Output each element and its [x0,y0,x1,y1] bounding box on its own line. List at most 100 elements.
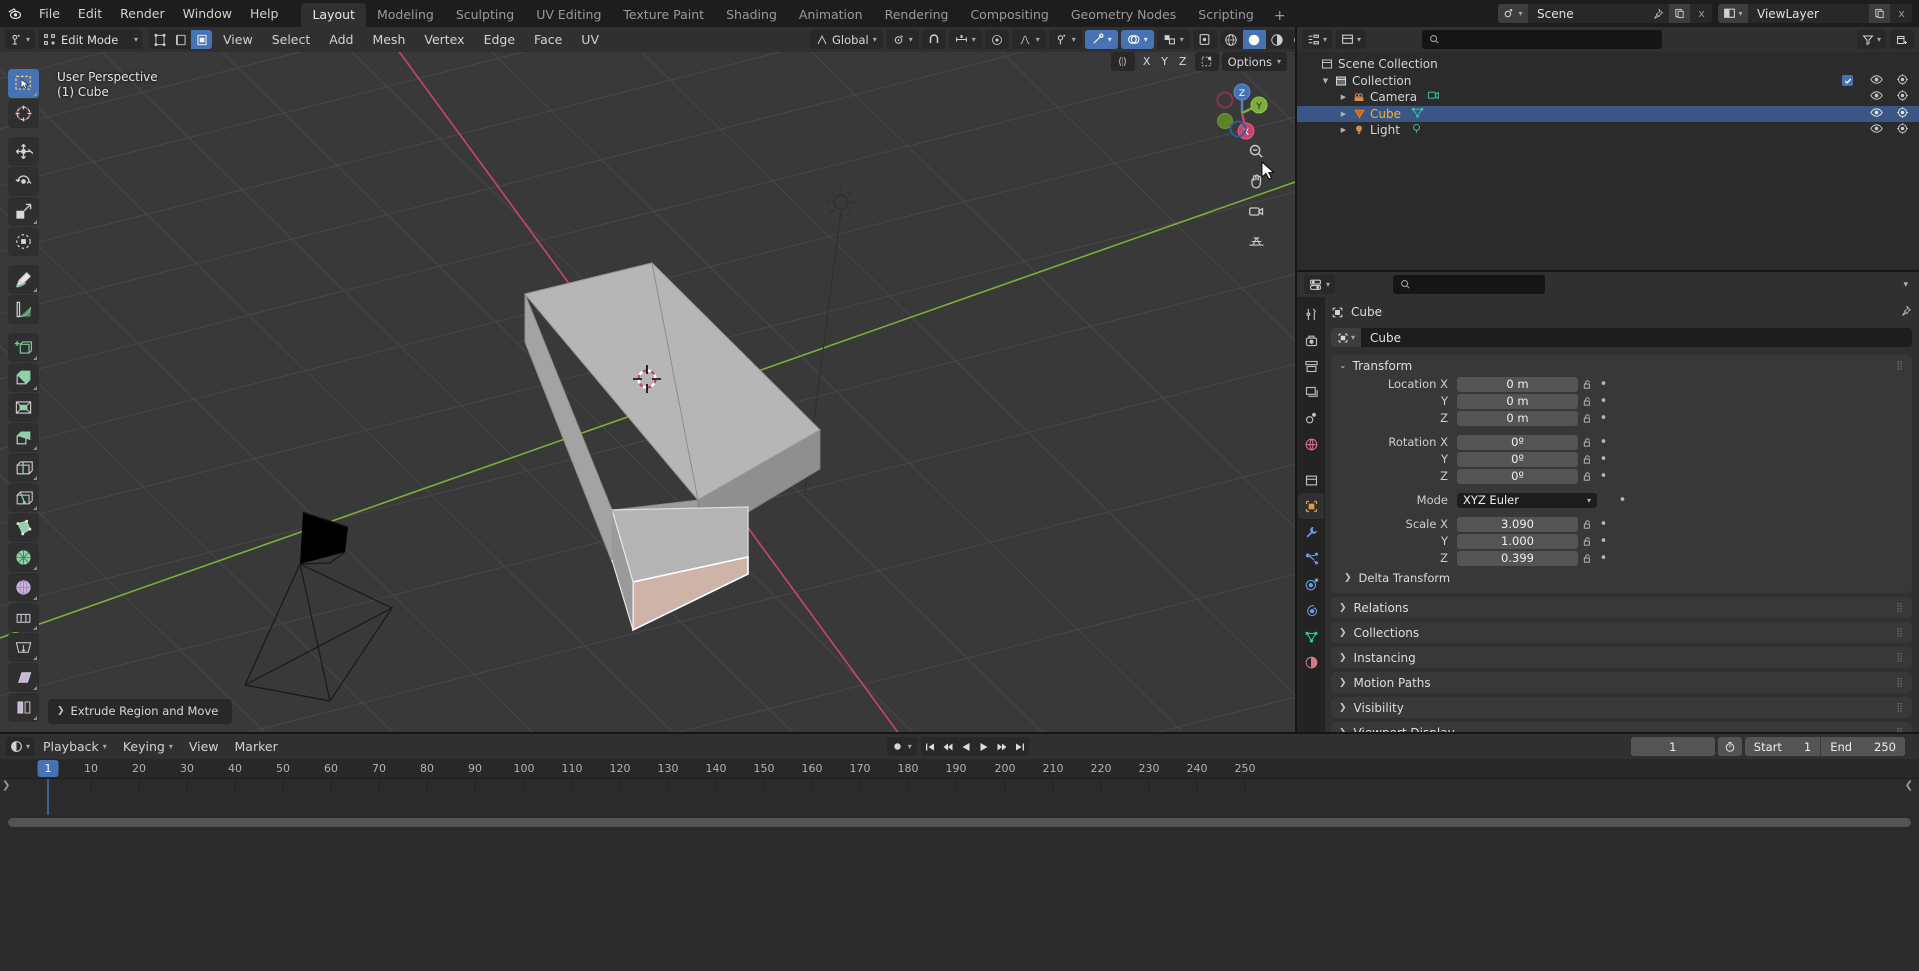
rotation-x-input[interactable]: 0º [1457,434,1578,450]
eye-icon[interactable] [1870,73,1883,89]
camera-render-icon[interactable] [1896,73,1909,89]
snap-magnet-button[interactable] [921,30,946,49]
snap-to-selector[interactable]: ▾ [948,30,982,49]
physics-tab[interactable] [1298,571,1324,597]
operator-redo-panel[interactable]: ❯ Extrude Region and Move [48,699,233,724]
smooth-tool-button[interactable] [8,573,39,602]
pivot-point-button[interactable]: ▾ [885,30,919,49]
particles-tab[interactable] [1298,545,1324,571]
show-gizmo-button[interactable]: ▾ [1084,30,1118,49]
scale-x-input[interactable]: 3.090 [1457,516,1578,532]
viewport-options-button[interactable]: Options ▾ [1221,52,1287,71]
mesh-data-icon[interactable] [1411,106,1424,122]
object-name-value[interactable]: Cube [1361,331,1401,345]
horizontal-divider[interactable] [0,732,1919,734]
menu-edit[interactable]: Edit [69,3,111,24]
rotation-mode-select[interactable]: XYZ Euler ▾ [1457,492,1597,508]
workspace-tab-geometry-nodes[interactable]: Geometry Nodes [1060,3,1187,27]
transform-orientation-selector[interactable]: Global ▾ [810,30,883,49]
topology-mirror-icon[interactable] [1194,52,1219,71]
lock-icon[interactable] [1578,519,1597,530]
outliner-row-cube[interactable]: ▶ Cube [1297,105,1919,122]
viewport-menu-uv[interactable]: UV [573,30,607,49]
viewport-menu-vertex[interactable]: Vertex [416,30,472,49]
viewlayer-browse-icon[interactable]: ▾ [1718,4,1748,23]
animate-property-dot[interactable]: • [1597,377,1610,392]
workspace-tab-texture-paint[interactable]: Texture Paint [612,3,715,27]
timeline-track-area[interactable] [0,779,1919,815]
outliner-filter-button[interactable]: ▾ [1856,30,1886,49]
scene-unlink-button[interactable]: x [1690,4,1712,23]
annotate-tool-button[interactable] [8,265,39,294]
current-frame-input[interactable]: 1 [1630,737,1715,756]
animate-property-dot[interactable]: • [1597,394,1610,409]
workspace-tab-layout[interactable]: Layout [301,3,366,27]
camera-render-icon[interactable] [1896,106,1909,122]
timeline-ruler[interactable]: 1 10 20 30 40 50 60 70 80 90 100 110 120… [0,759,1919,779]
object-tab[interactable] [1298,493,1324,519]
location-z-input[interactable]: 0 m [1457,410,1578,426]
properties-editor-type-button[interactable]: ▾ [1304,275,1336,294]
viewport-shading-extra-button[interactable] [1192,30,1217,49]
properties-editor[interactable]: ▾ ▾ Cube ▾ Cube ⌄ Transform ⣿ Location X… [1297,272,1919,732]
object-name-field[interactable]: ▾ Cube [1331,328,1912,347]
material-tab[interactable] [1298,649,1324,675]
collection-enable-checkbox[interactable] [1842,75,1853,87]
camera-view-icon[interactable] [1245,200,1267,222]
shrink-fatten-tool-button[interactable] [8,633,39,662]
location-x-input[interactable]: 0 m [1457,376,1578,392]
vertex-select-mode-button[interactable] [149,30,171,49]
tool-tab[interactable] [1298,301,1324,327]
symmetry-y-button[interactable]: Y [1155,52,1174,71]
edge-select-mode-button[interactable] [170,30,192,49]
navigation-gizmo[interactable]: Z Y X [1209,80,1275,146]
relations-panel[interactable]: ❯ Relations ⣿ [1331,597,1912,618]
world-tab[interactable] [1298,431,1324,457]
add-cube-tool-button[interactable] [8,333,39,362]
disclosure-right-icon[interactable]: ▶ [1337,93,1350,101]
viewlayer-new-button[interactable] [1868,4,1890,23]
proportional-editing-button[interactable] [984,30,1009,49]
object-icon[interactable]: ▾ [1331,328,1361,347]
workspace-tab-shading[interactable]: Shading [715,3,788,27]
animate-property-dot[interactable]: • [1597,435,1610,450]
scale-tool-button[interactable] [8,197,39,226]
rotate-tool-button[interactable] [8,167,39,196]
scale-y-input[interactable]: 1.000 [1457,533,1578,549]
jump-to-start-button[interactable] [921,737,939,756]
viewlayer-unlink-button[interactable]: x [1890,4,1912,23]
falloff-curve-selector[interactable]: ▾ [1011,30,1046,49]
animate-property-dot[interactable]: • [1597,411,1610,426]
scene-selector[interactable]: ▾ Scene x [1498,4,1712,23]
scene-new-button[interactable] [1668,4,1690,23]
lock-icon[interactable] [1578,454,1597,465]
motion-paths-panel[interactable]: ❯ Motion Paths ⣿ [1331,672,1912,693]
workspace-tab-compositing[interactable]: Compositing [959,3,1059,27]
symmetry-z-button[interactable]: Z [1173,52,1192,71]
scene-tab[interactable] [1298,405,1324,431]
lock-icon[interactable] [1578,437,1597,448]
animate-property-dot[interactable]: • [1597,469,1610,484]
extrude-region-tool-button[interactable] [8,363,39,392]
lock-icon[interactable] [1578,536,1597,547]
inset-faces-tool-button[interactable] [8,393,39,422]
outliner-search-input[interactable] [1422,30,1663,49]
jump-to-prev-keyframe-button[interactable] [939,737,957,756]
viewport-menu-add[interactable]: Add [321,30,361,49]
animate-property-dot[interactable]: • [1597,452,1610,467]
outliner-editor-type-button[interactable]: ▾ [1302,30,1333,49]
toggle-xray-button[interactable]: ▾ [1156,30,1190,49]
tweak-tool-button[interactable] [8,69,39,98]
viewport-menu-select[interactable]: Select [264,30,319,49]
outliner-properties-divider[interactable] [1297,270,1919,272]
timeline-menu-view[interactable]: View [182,737,226,756]
timeline-horizontal-scrollbar[interactable] [8,818,1911,827]
mesh-symmetry-icon[interactable] [1110,52,1135,71]
properties-options-caret-icon[interactable]: ▾ [1903,280,1912,290]
outliner-editor[interactable]: ▾ ▾ ▾ Scene Collection ▼ Collection ▶ Ca… [1297,27,1919,270]
visibility-panel[interactable]: ❯ Visibility ⣿ [1331,697,1912,718]
play-reverse-button[interactable] [957,737,975,756]
lock-icon[interactable] [1578,471,1597,482]
viewport-menu-view[interactable]: View [215,30,261,49]
timeline-editor[interactable]: ▾ Playback ▾ Keying ▾ View Marker ▾ 1 St… [0,734,1919,971]
